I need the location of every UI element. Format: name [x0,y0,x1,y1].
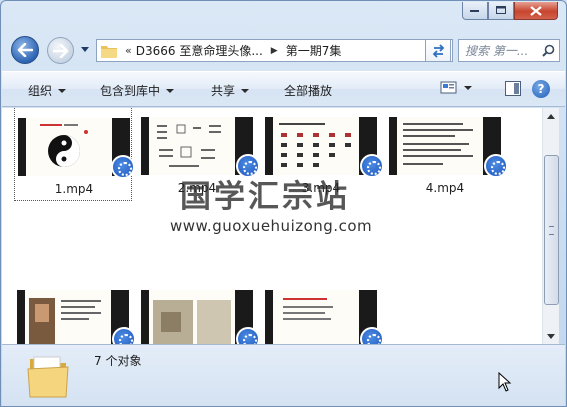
change-view-button[interactable] [440,81,472,95]
chevron-down-icon [547,333,555,339]
chevron-down-icon [166,88,175,93]
minimize-button[interactable] [462,2,488,20]
table-slide [279,123,351,167]
help-label: ? [537,82,545,96]
video-file-icon [111,155,135,179]
view-icon [440,81,457,94]
back-button[interactable] [11,36,39,64]
refresh-button[interactable] [425,39,451,62]
status-bar: 7 个对象 [2,344,565,406]
search-placeholder: 搜索 第一... [465,44,529,58]
watermark-title: 国学汇宗站 [180,179,350,215]
caption-buttons [462,2,558,20]
chevron-up-icon [547,113,555,119]
search-icon [542,44,555,57]
close-icon [530,5,542,16]
close-button[interactable] [514,2,558,20]
video-file-icon [360,327,384,344]
chevron-down-icon [464,86,472,90]
include-library-menu[interactable]: 包含到库中 [100,82,175,99]
organize-menu[interactable]: 组织 [28,82,67,99]
back-arrow-icon [17,43,33,57]
diagram-slide [157,124,221,167]
file-list[interactable]: 1.mp4 2.mp4 3.mp4 4.mp4 国学汇宗站 www.guoxue… [2,108,542,344]
refresh-icon [432,43,444,58]
video-file-icon [236,327,260,344]
preview-pane-icon[interactable] [505,81,521,97]
chevron-down-icon [58,88,67,93]
organize-label: 组织 [28,84,53,98]
file-name[interactable]: 1.mp4 [15,182,133,196]
photo-slide [29,298,101,344]
yin-yang-icon [40,124,88,167]
share-menu[interactable]: 共享 [211,82,250,99]
help-icon[interactable]: ? [532,80,550,98]
text-slide [403,123,473,165]
command-bar: 组织 包含到库中 共享 全部播放 ? [2,71,565,107]
item-count: 7 个对象 [94,354,142,368]
file-name[interactable]: 4.mp4 [386,181,504,195]
maximize-icon [495,6,506,14]
breadcrumb-separator[interactable]: ▶ [271,46,278,56]
folder-icon [27,356,69,398]
breadcrumb-parent[interactable]: D3666 至意命理头像... [136,42,263,59]
photo-slide [153,300,231,344]
chevron-down-icon [241,88,250,93]
include-library-label: 包含到库中 [100,84,161,98]
scroll-thumb[interactable] [544,155,559,305]
file-item[interactable] [262,278,384,344]
address-bar[interactable]: « D3666 至意命理头像... ▶ 第一期7集 [96,39,453,62]
scroll-up-button[interactable] [543,108,559,124]
share-label: 共享 [211,84,236,98]
video-file-icon [360,154,384,178]
folder-icon [101,45,117,58]
search-input[interactable]: 搜索 第一... [458,39,560,62]
maximize-button[interactable] [488,2,514,20]
breadcrumb-overflow[interactable]: « [125,44,132,57]
forward-arrow-icon [52,43,68,58]
play-all-button[interactable]: 全部播放 [284,82,332,99]
minimize-icon [470,9,479,12]
play-all-label: 全部播放 [284,84,333,98]
forward-button[interactable] [47,37,74,64]
scroll-down-button[interactable] [543,328,559,344]
file-item[interactable] [14,278,136,344]
file-item[interactable] [138,278,260,344]
mouse-cursor-icon [498,372,512,392]
video-file-icon [484,154,508,178]
recent-pages-dropdown[interactable] [81,45,90,55]
video-file-icon [112,327,136,344]
file-item[interactable]: 4.mp4 [386,108,508,201]
explorer-window: « D3666 至意命理头像... ▶ 第一期7集 搜索 第一... 组织 包含… [0,0,567,407]
vertical-scrollbar[interactable] [542,108,559,344]
breadcrumb-current[interactable]: 第一期7集 [286,42,342,59]
file-item[interactable]: 1.mp4 [14,108,135,201]
watermark-url: www.guoxuehuizong.com [170,217,373,235]
text-slide [283,298,333,320]
